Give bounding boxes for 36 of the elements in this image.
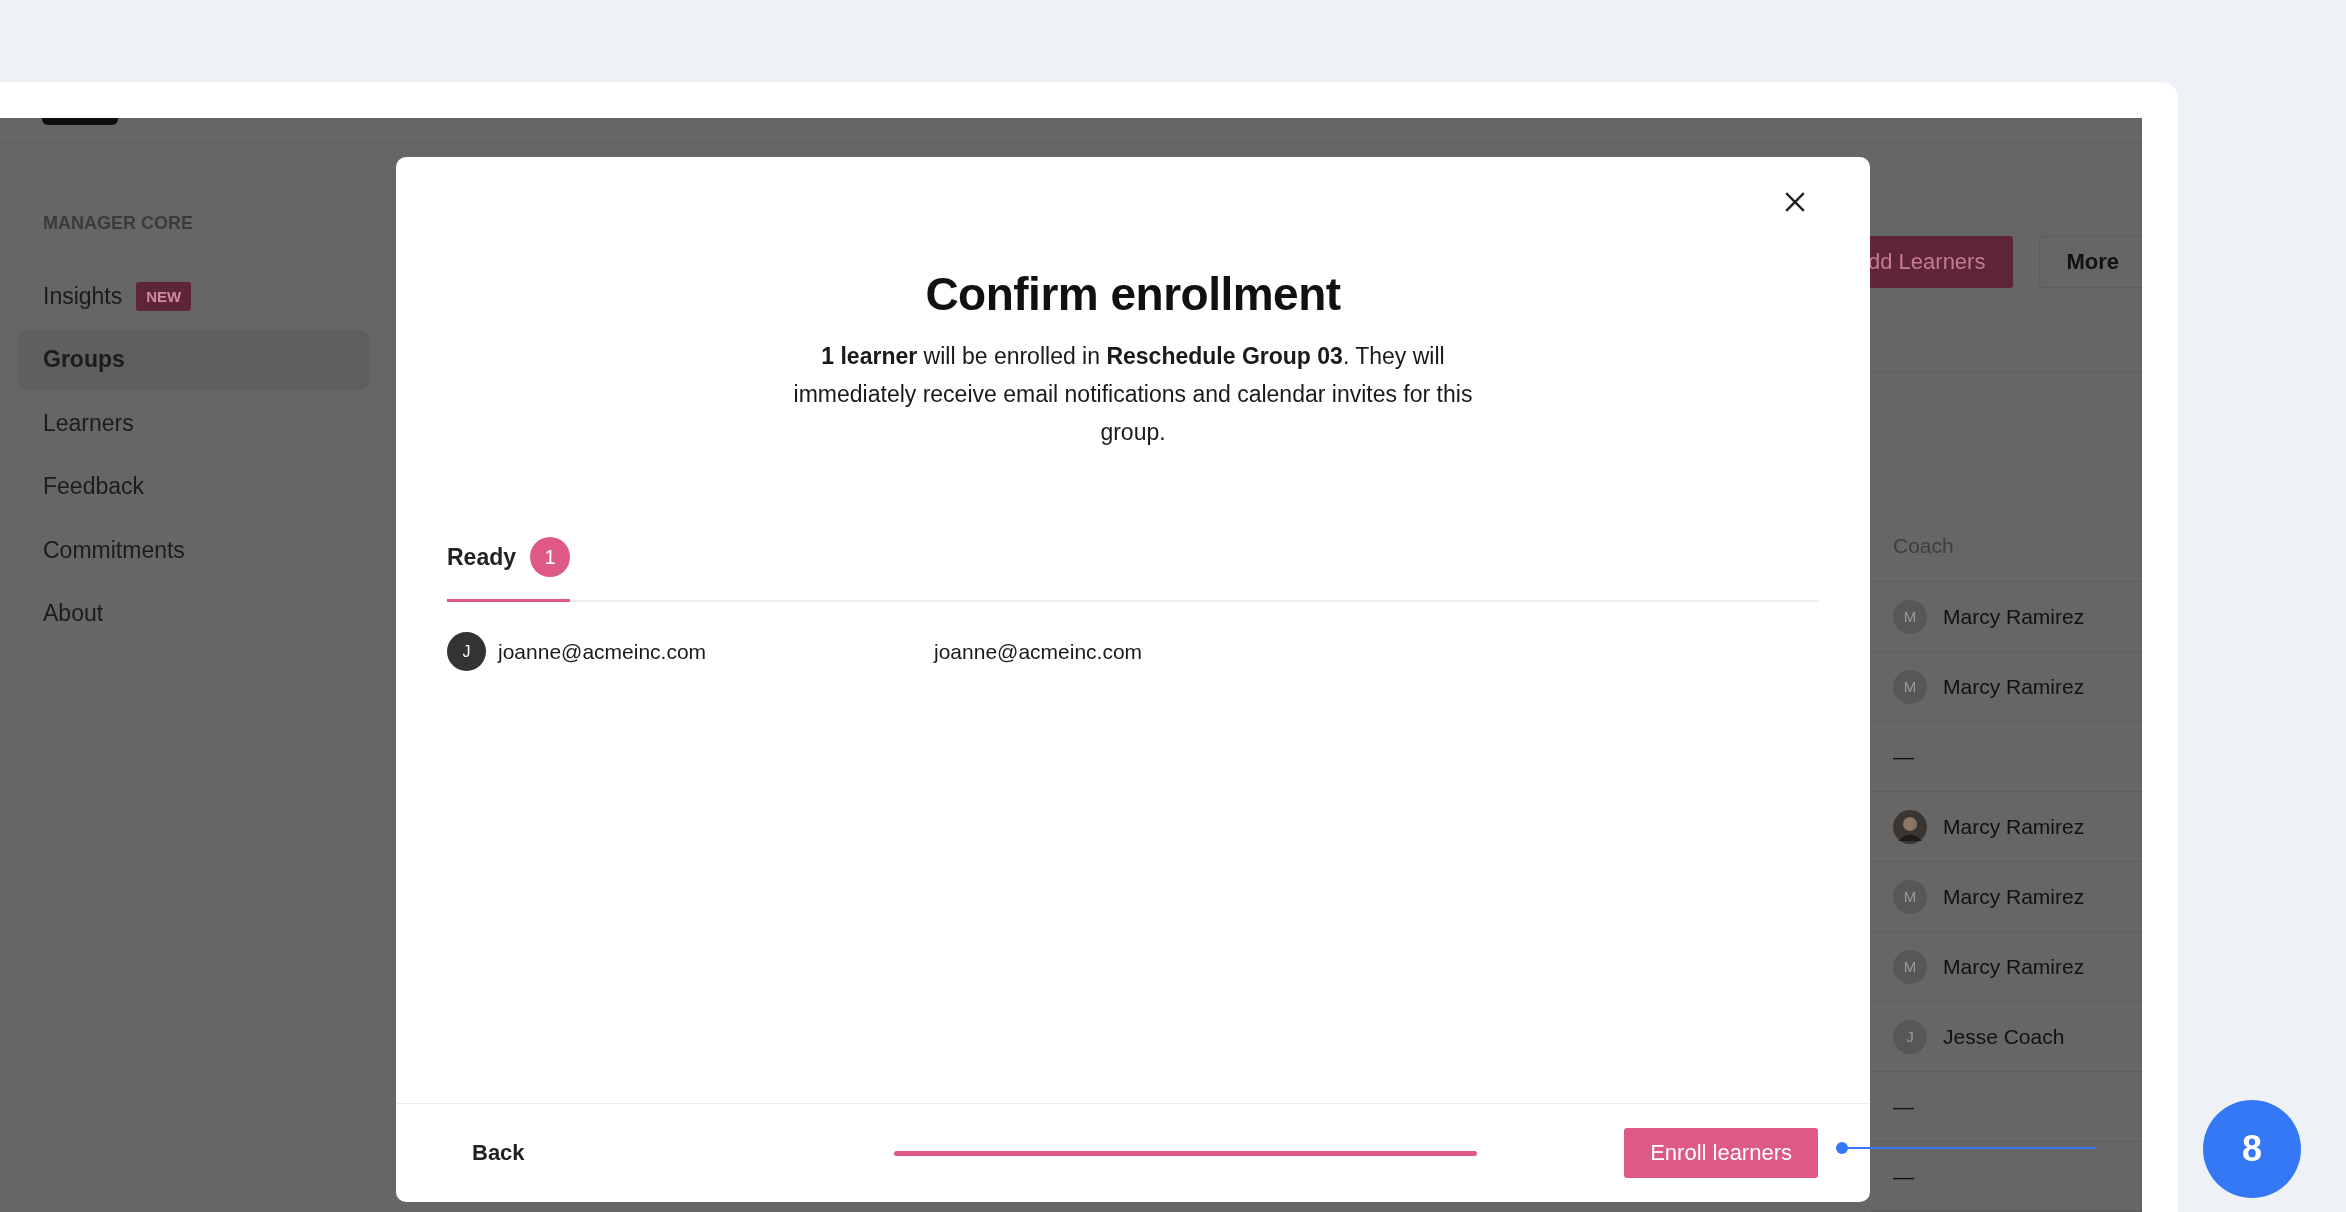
- avatar: J: [447, 632, 486, 671]
- table-cell: Marcy Ramirez: [1943, 604, 2085, 629]
- count-badge: 1: [530, 537, 571, 577]
- sidebar-item[interactable]: Learners: [18, 393, 370, 453]
- avatar: M: [1893, 949, 1927, 984]
- modal-description: 1 learner will be enrolled in Reschedule Group 03. They will immediately receive email notifications and calendar invites for this group.: [792, 342, 1474, 447]
- table-cell: Jesse Coach: [1943, 1024, 2065, 1049]
- learner-email: joanne@acmeinc.com: [934, 639, 1143, 664]
- avatar: M: [1893, 599, 1927, 634]
- more-button[interactable]: More: [2039, 236, 2142, 288]
- table-cell: Marcy Ramirez: [1943, 674, 2085, 699]
- sidebar-item[interactable]: Groups: [18, 329, 370, 390]
- new-badge: NEW: [136, 281, 192, 311]
- sidebar-item[interactable]: Insights NEW: [18, 266, 370, 326]
- step-marker: 8: [2203, 1100, 2301, 1198]
- learner-name: joanne@acmeinc.com: [498, 639, 708, 664]
- sidebar-item[interactable]: Feedback: [18, 456, 370, 517]
- table-cell: Marcy Ramirez: [1943, 884, 2085, 909]
- avatar: J: [1893, 1019, 1927, 1054]
- avatar-icon: [1893, 809, 1927, 844]
- close-icon[interactable]: [1784, 191, 1806, 213]
- sidebar-item[interactable]: About: [18, 583, 370, 644]
- table-cell: —: [1893, 1164, 1914, 1189]
- table-cell: —: [1893, 744, 1914, 769]
- tab[interactable]: Ready 1: [447, 537, 571, 602]
- table-cell: Marcy Ramirez: [1943, 814, 2085, 839]
- sidebar-item[interactable]: Commitments: [18, 520, 370, 580]
- back-button[interactable]: Back: [472, 1140, 525, 1166]
- modal-title: Confirm enrollment: [924, 267, 1342, 321]
- table-cell: Marcy Ramirez: [1943, 954, 2085, 979]
- avatar: M: [1893, 879, 1927, 914]
- logo-icon: [42, 118, 118, 125]
- avatar: M: [1893, 669, 1927, 704]
- table-cell: —: [1893, 1094, 1914, 1119]
- tab-label: Ready: [447, 543, 517, 571]
- enroll-learners-button[interactable]: Enroll learners: [1624, 1128, 1818, 1178]
